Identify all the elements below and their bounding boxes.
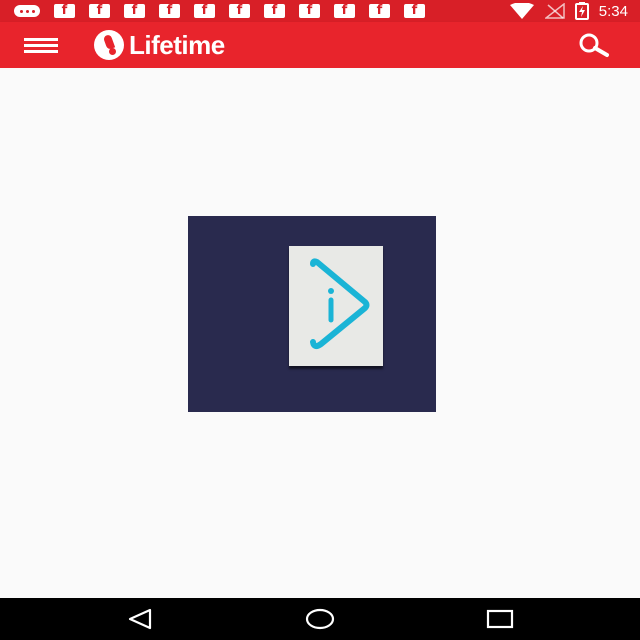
facebook-icon: f [404, 4, 425, 18]
facebook-icon: f [194, 4, 215, 18]
play-logo-icon [310, 258, 370, 350]
facebook-icon: f [89, 4, 110, 18]
facebook-icon: f [159, 4, 180, 18]
thumbnail-card [289, 246, 383, 366]
home-icon[interactable] [298, 605, 342, 633]
facebook-icon: f [369, 4, 390, 18]
facebook-icon: f [229, 4, 250, 18]
wifi-icon [509, 3, 534, 19]
notification-icons: f f f f f f f f f f f [0, 4, 425, 18]
app-bar: Lifetime [0, 22, 640, 68]
facebook-icon: f [124, 4, 145, 18]
facebook-icon: f [264, 4, 285, 18]
chat-icon [14, 5, 40, 17]
brand-name: Lifetime [129, 29, 225, 60]
main-content [0, 68, 640, 598]
system-icons: 5:34 [509, 0, 628, 22]
facebook-icon: f [299, 4, 320, 18]
no-signal-icon [544, 3, 565, 19]
clock: 5:34 [598, 2, 628, 20]
battery-charging-icon [574, 2, 589, 20]
hamburger-menu-icon[interactable] [24, 34, 64, 56]
video-thumbnail[interactable] [188, 216, 436, 412]
brand-logo[interactable]: Lifetime [94, 29, 225, 61]
lifetime-logo-icon [94, 30, 124, 60]
back-icon[interactable] [118, 605, 162, 633]
recents-icon[interactable] [478, 605, 522, 633]
status-bar: f f f f f f f f f f f 5:34 [0, 0, 640, 22]
facebook-icon: f [334, 4, 355, 18]
facebook-icon: f [54, 4, 75, 18]
search-icon[interactable] [574, 31, 614, 59]
navigation-bar [0, 598, 640, 640]
